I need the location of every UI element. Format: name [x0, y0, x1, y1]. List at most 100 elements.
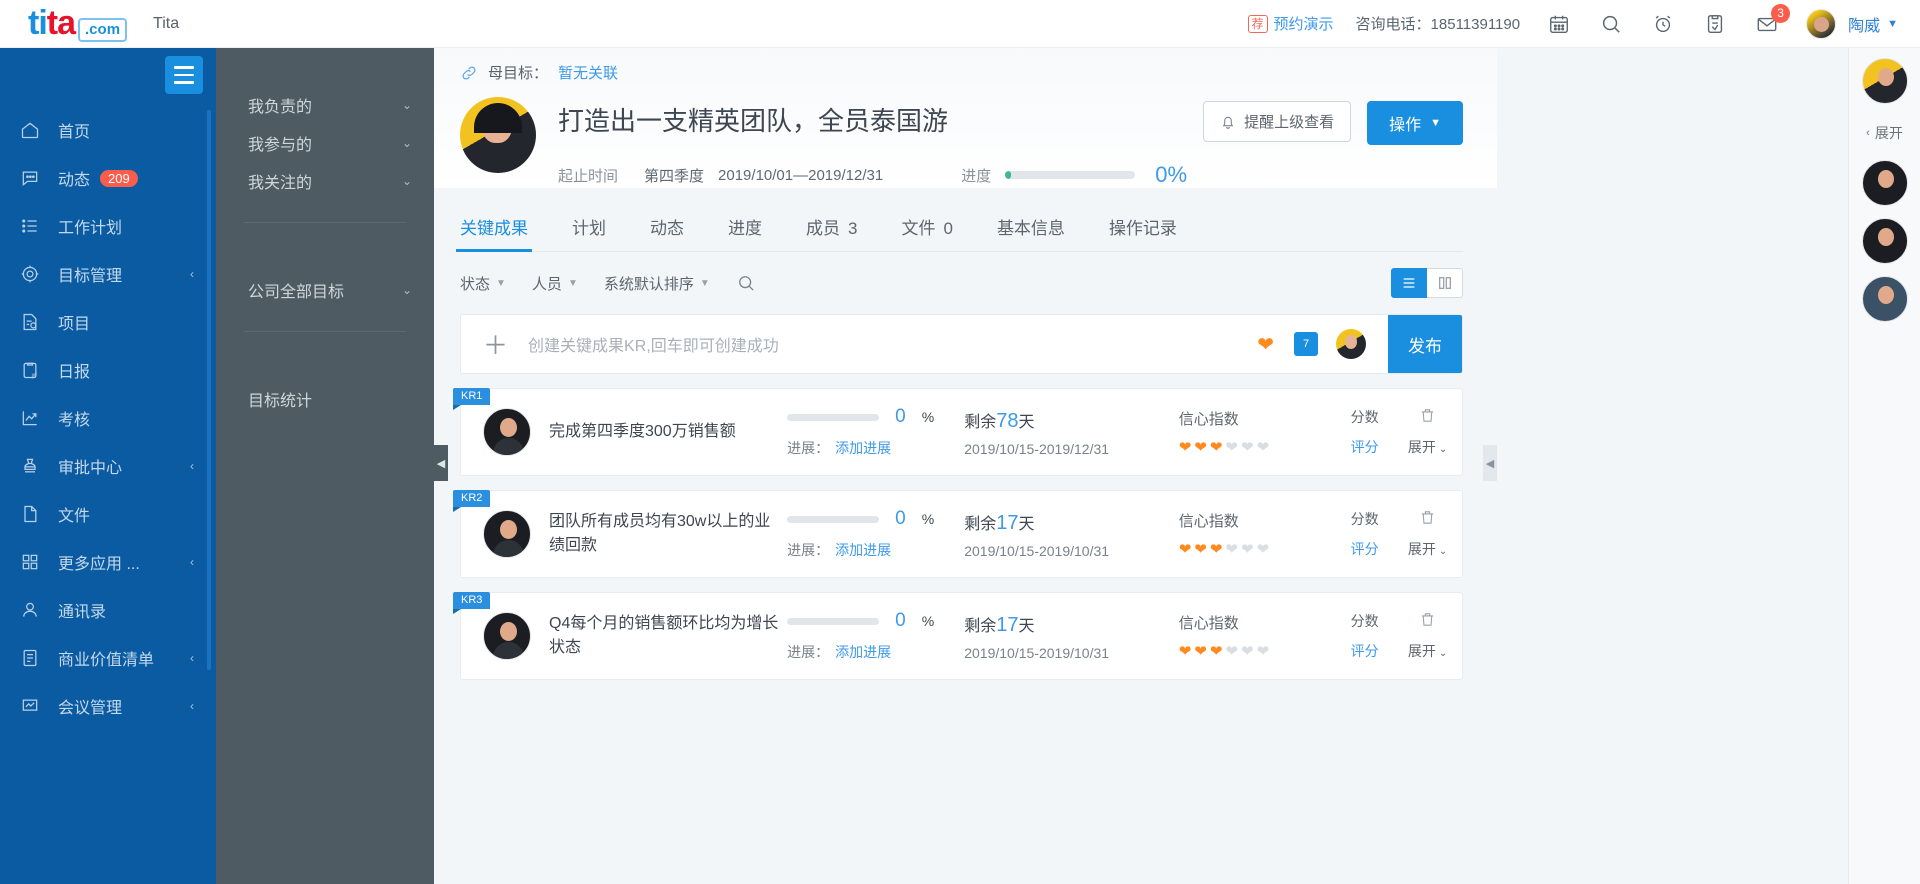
sidebar-item-business-value-list[interactable]: 商业价值清单 ‹	[0, 634, 216, 682]
panel-item-my-followed[interactable]: 我关注的 ⌄	[216, 162, 434, 200]
expand-row-button[interactable]: 展开 ⌄	[1393, 641, 1462, 661]
heart-icon[interactable]: ❤	[1257, 332, 1274, 357]
chevron-down-icon[interactable]: ⌄	[402, 136, 412, 150]
expand-row-button[interactable]: 展开 ⌄	[1393, 539, 1462, 559]
status-filter[interactable]: 状态 ▼	[460, 273, 506, 294]
score-link[interactable]: 评分	[1336, 641, 1393, 661]
kr-days-cell: 剩余17天 2019/10/15-2019/10/31	[964, 510, 1178, 559]
score-label: 分数	[1350, 613, 1379, 629]
heart-icon: ❤	[1256, 541, 1270, 558]
clipboard-task-icon[interactable]	[1702, 11, 1728, 37]
tab-operation-log[interactable]: 操作记录	[1109, 214, 1177, 251]
kr-days-cell: 剩余17天 2019/10/15-2019/10/31	[964, 612, 1178, 661]
calendar-icon[interactable]	[1546, 11, 1572, 37]
panel-item-goal-statistics[interactable]: 目标统计	[216, 380, 434, 418]
sidebar-item-files[interactable]: 文件	[0, 490, 216, 538]
score-link[interactable]: 评分	[1336, 437, 1393, 457]
sidebar-item-daily-report[interactable]: 日报	[0, 346, 216, 394]
tab-files[interactable]: 文件 0	[901, 214, 952, 251]
avatar[interactable]	[1336, 329, 1366, 359]
sidebar-item-meeting-management[interactable]: 会议管理 ‹	[0, 682, 216, 730]
chat-bubble-icon	[20, 168, 46, 188]
panel-collapse-handle-right[interactable]: ◀	[1483, 445, 1497, 481]
kr-title[interactable]: 团队所有成员均有30w以上的业绩回款	[549, 510, 781, 558]
chevron-down-icon[interactable]: ⌄	[402, 98, 412, 112]
publish-button[interactable]: 发布	[1388, 315, 1462, 373]
add-progress-link[interactable]: 添加进展	[835, 542, 891, 558]
goal-info: 打造出一支精英团队，全员泰国游 起止时间 第四季度 2019/10/01—201…	[536, 97, 1203, 188]
panel-item-my-participated[interactable]: 我参与的 ⌄	[216, 124, 434, 162]
tab-key-results[interactable]: 关键成果	[456, 214, 532, 252]
sidebar-item-home[interactable]: 首页	[0, 106, 216, 154]
sidebar-item-goal-management[interactable]: 目标管理 ‹	[0, 250, 216, 298]
tab-progress[interactable]: 进度	[728, 214, 762, 251]
search-icon[interactable]	[736, 273, 756, 293]
tab-plan[interactable]: 计划	[572, 214, 606, 251]
book-demo-link[interactable]: 预约演示	[1274, 13, 1334, 34]
people-filter[interactable]: 人员 ▼	[532, 273, 578, 294]
app-logo[interactable]: tita .com	[0, 6, 128, 42]
table-row[interactable]: KR3 Q4每个月的销售额环比均为增长状态 0% 进展： 添加进展 剩余17天 2…	[453, 592, 1463, 680]
sort-filter[interactable]: 系统默认排序 ▼	[604, 273, 710, 294]
plus-icon[interactable]: ＋	[483, 326, 508, 362]
menu-toggle-button[interactable]	[165, 56, 203, 94]
add-progress-link[interactable]: 添加进展	[835, 644, 891, 660]
panel-item-my-responsible[interactable]: 我负责的 ⌄	[216, 86, 434, 124]
avatar[interactable]	[1806, 8, 1837, 39]
user-name-label[interactable]: 陶威	[1848, 12, 1880, 36]
parent-goal-value[interactable]: 暂无关联	[558, 62, 618, 83]
list-view-icon[interactable]	[1391, 268, 1427, 298]
sidebar-item-project[interactable]: 项目	[0, 298, 216, 346]
tab-members[interactable]: 成员 3	[806, 214, 857, 251]
chevron-down-icon[interactable]: ⌄	[402, 174, 412, 188]
operations-button[interactable]: 操作 ▼	[1367, 101, 1463, 145]
avatar[interactable]	[1861, 58, 1908, 104]
confidence-hearts[interactable]: ❤ ❤ ❤ ❤ ❤ ❤	[1179, 642, 1336, 660]
kr-expand-cell: 展开 ⌄	[1393, 509, 1462, 559]
kr-title[interactable]: 完成第四季度300万销售额	[549, 420, 781, 444]
sidebar-item-workplan[interactable]: 工作计划	[0, 202, 216, 250]
avatar[interactable]	[483, 612, 531, 660]
add-progress-link[interactable]: 添加进展	[835, 440, 891, 456]
avatar[interactable]	[1861, 160, 1908, 206]
create-kr-bar[interactable]: ＋ 创建关键成果KR,回车即可创建成功 ❤ 7 发布	[460, 314, 1463, 374]
chevron-down-icon[interactable]: ⌄	[402, 283, 412, 297]
sidebar-nav-list: 首页 动态 209 工作计划 目标管理 ‹ 项目 日报 考核 审批中心 ‹ 文件…	[0, 106, 216, 730]
sidebar-item-contacts[interactable]: 通讯录	[0, 586, 216, 634]
avatar[interactable]	[1861, 218, 1908, 264]
card-view-icon[interactable]	[1427, 268, 1463, 298]
sidebar-item-approval-center[interactable]: 审批中心 ‹	[0, 442, 216, 490]
trash-icon[interactable]	[1393, 407, 1462, 428]
table-row[interactable]: KR2 团队所有成员均有30w以上的业绩回款 0% 进展： 添加进展 剩余17天 …	[453, 490, 1463, 578]
panel-collapse-handle-left[interactable]: ◀	[434, 445, 448, 481]
table-row[interactable]: KR1 完成第四季度300万销售额 0% 进展： 添加进展 剩余78天 2019/…	[453, 388, 1463, 476]
tab-basic-info[interactable]: 基本信息	[997, 214, 1065, 251]
sidebar-item-label: 审批中心	[58, 460, 123, 477]
create-kr-input[interactable]: 创建关键成果KR,回车即可创建成功	[528, 332, 1257, 356]
remind-supervisor-button[interactable]: 提醒上级查看	[1203, 101, 1352, 142]
search-icon[interactable]	[1598, 11, 1624, 37]
avatar[interactable]	[483, 408, 531, 456]
sidebar-item-assessment[interactable]: 考核	[0, 394, 216, 442]
kr-title[interactable]: Q4每个月的销售额环比均为增长状态	[549, 612, 781, 660]
sidebar-item-more-apps[interactable]: 更多应用 ... ‹	[0, 538, 216, 586]
trash-icon[interactable]	[1393, 509, 1462, 530]
panel-item-company-all-goals[interactable]: 公司全部目标 ⌄	[216, 271, 434, 309]
expand-row-button[interactable]: 展开 ⌄	[1393, 437, 1462, 457]
calendar-icon[interactable]: 7	[1294, 332, 1318, 356]
parent-goal-label: 母目标：	[488, 65, 549, 82]
sidebar-item-dynamic[interactable]: 动态 209	[0, 154, 216, 202]
mail-icon[interactable]: 3	[1754, 3, 1791, 37]
goal-owner-avatar[interactable]	[460, 97, 536, 173]
alarm-clock-icon[interactable]	[1650, 11, 1676, 37]
confidence-hearts[interactable]: ❤ ❤ ❤ ❤ ❤ ❤	[1179, 540, 1336, 558]
tab-dynamic[interactable]: 动态	[650, 214, 684, 251]
home-icon	[20, 120, 46, 140]
avatar[interactable]	[483, 510, 531, 558]
trash-icon[interactable]	[1393, 611, 1462, 632]
rail-expand-button[interactable]: ‹ 展开	[1849, 116, 1920, 150]
score-link[interactable]: 评分	[1336, 539, 1393, 559]
confidence-hearts[interactable]: ❤ ❤ ❤ ❤ ❤ ❤	[1179, 438, 1336, 456]
chevron-down-icon[interactable]: ▼	[1887, 18, 1898, 30]
avatar[interactable]	[1861, 276, 1908, 322]
